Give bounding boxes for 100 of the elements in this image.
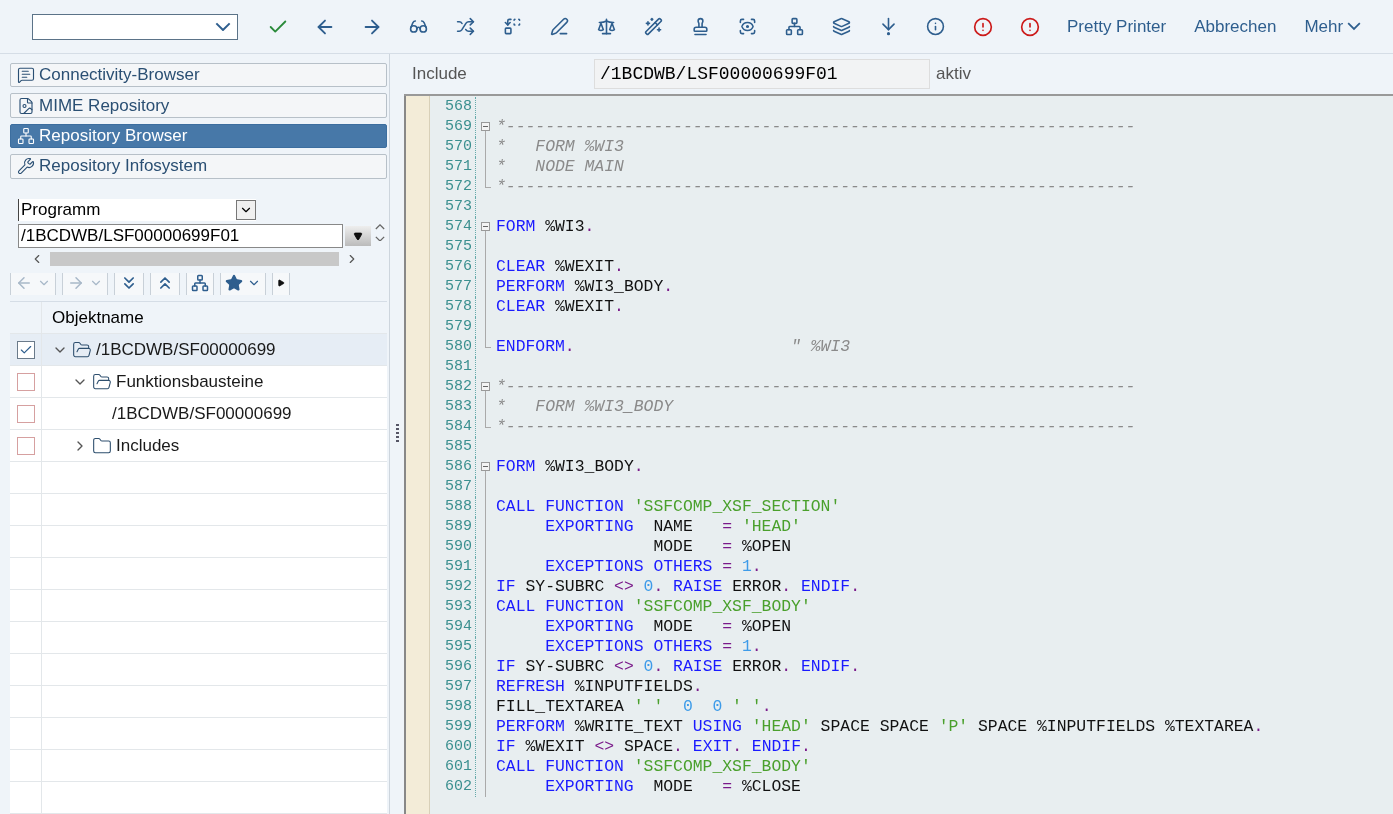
- toolbar-text-button[interactable]: Abbrechen: [1182, 10, 1289, 43]
- code-line: *----------------------------------------------------------------: [496, 117, 1137, 137]
- line-number: 601: [430, 757, 476, 777]
- navigator-button[interactable]: MIME Repository: [10, 93, 387, 118]
- column-header[interactable]: Objektname: [41, 302, 387, 334]
- magic-wand-icon: [644, 17, 663, 36]
- code-line: PERFORM %WRITE_TEXT USING 'HEAD' SPACE SPACE 'P' SPACE %INPUTFIELDS %TEXTAREA.: [496, 717, 1265, 737]
- line-number: 600: [430, 737, 476, 757]
- code-line: CALL FUNCTION 'SSFCOMP_XSF_BODY': [496, 597, 812, 617]
- star-icon: [225, 273, 243, 292]
- splitter-handle[interactable]: [395, 424, 399, 444]
- line-number: 578: [430, 297, 476, 317]
- tree-row[interactable]: /1BCDWB/SF00000699: [10, 398, 387, 431]
- fold-toggle-icon[interactable]: [481, 122, 490, 131]
- open-folder-icon: [72, 339, 92, 360]
- tree-item-label: Includes: [116, 435, 180, 456]
- object-label: Include: [412, 64, 468, 84]
- toolbar-text-button[interactable]: Pretty Printer: [1055, 10, 1179, 43]
- alert-icon: [972, 16, 993, 37]
- code-line: ENDFORM. " %WI3: [496, 337, 852, 357]
- line-number: 602: [430, 777, 476, 797]
- line-number: 590: [430, 537, 476, 557]
- code-line: EXPORTING MODE = %CLOSE: [544, 777, 802, 797]
- code-line: PERFORM %WI3_BODY.: [496, 277, 675, 297]
- folder-icon: [92, 435, 112, 456]
- collapse-all-button[interactable]: [150, 272, 180, 296]
- line-number: 595: [430, 637, 476, 657]
- code-line: IF SY-SUBRC <> 0. RAISE ERROR. ENDIF.: [496, 657, 862, 677]
- line-number: 589: [430, 517, 476, 537]
- image-file-icon: [17, 96, 35, 115]
- navigator-button[interactable]: Repository Browser: [10, 123, 387, 149]
- stamp-icon: [691, 17, 710, 36]
- fold-toggle-icon[interactable]: [481, 462, 490, 471]
- object-type-select[interactable]: Programm: [18, 198, 256, 221]
- status-text: aktiv: [935, 64, 971, 84]
- hierarchy-icon: [785, 17, 804, 36]
- line-number: 577: [430, 277, 476, 297]
- more-menu-button[interactable]: Mehr: [1292, 10, 1374, 43]
- fold-toggle-icon[interactable]: [481, 382, 490, 391]
- line-number: 581: [430, 357, 476, 377]
- code-line: *----------------------------------------------------------------: [496, 377, 1137, 397]
- tree-item-label: /1BCDWB/SF00000699: [96, 339, 276, 360]
- code-line: EXPORTING NAME = 'HEAD': [544, 517, 802, 537]
- open-folder-icon: [92, 371, 112, 392]
- code-line: * NODE MAIN: [496, 157, 625, 177]
- line-number: 597: [430, 677, 476, 697]
- more-button[interactable]: [272, 272, 290, 296]
- code-line: EXCEPTIONS OTHERS = 1.: [544, 557, 763, 577]
- line-number: 593: [430, 597, 476, 617]
- code-line: FILL_TEXTAREA ' ' 0 0 ' '.: [496, 697, 773, 717]
- code-line: CLEAR %WEXIT.: [496, 297, 625, 317]
- wrench-icon: [17, 157, 35, 176]
- object-name-field: /1BCDWB/LSF00000699F01: [594, 59, 930, 89]
- line-number: 594: [430, 617, 476, 637]
- line-number: 571: [430, 157, 476, 177]
- expand-all-button[interactable]: [114, 272, 144, 296]
- line-number: 582: [430, 377, 476, 397]
- code-line: *----------------------------------------------------------------: [496, 177, 1137, 197]
- line-number: 592: [430, 577, 476, 597]
- navigator-button[interactable]: Repository Infosystem: [10, 154, 387, 179]
- code-line: FORM %WI3_BODY.: [496, 457, 645, 477]
- chevron-down-icon: [1347, 22, 1362, 31]
- tree-row[interactable]: Includes: [10, 430, 387, 463]
- code-line: REFRESH %INPUTFIELDS.: [496, 677, 704, 697]
- line-number: 579: [430, 317, 476, 337]
- line-number: 569: [430, 117, 476, 137]
- line-number: 584: [430, 417, 476, 437]
- line-number: 568: [430, 97, 476, 117]
- tree-row[interactable]: Funktionsbausteine: [10, 366, 387, 399]
- code-line: CLEAR %WEXIT.: [496, 257, 625, 277]
- line-number: 575: [430, 237, 476, 257]
- line-number: 599: [430, 717, 476, 737]
- triangle-down-icon: [353, 230, 363, 241]
- line-number: 586: [430, 457, 476, 477]
- fold-toggle-icon[interactable]: [481, 222, 490, 231]
- line-number: 596: [430, 657, 476, 677]
- chevron-down-icon: [375, 235, 385, 242]
- dropdown-button[interactable]: [345, 225, 371, 246]
- line-number: 587: [430, 477, 476, 497]
- line-number: 572: [430, 177, 476, 197]
- navigator-button[interactable]: Connectivity-Browser: [10, 63, 387, 88]
- scan-eye-icon: [738, 17, 757, 36]
- line-number: 598: [430, 697, 476, 717]
- line-number: 570: [430, 137, 476, 157]
- command-field[interactable]: [32, 13, 238, 40]
- alert-icon: [1019, 16, 1040, 37]
- replace-icon: [503, 17, 522, 36]
- hierarchy-button[interactable]: [186, 272, 214, 296]
- line-number: 588: [430, 497, 476, 517]
- glasses-icon: [409, 17, 428, 36]
- code-line: MODE = %OPEN: [652, 537, 793, 557]
- favorites-button[interactable]: [220, 272, 266, 296]
- object-name-field[interactable]: /1BCDWB/LSF00000699F01: [18, 223, 343, 248]
- line-number: 574: [430, 217, 476, 237]
- checkbox[interactable]: [16, 404, 35, 423]
- tree-row[interactable]: /1BCDWB/SF00000699: [10, 334, 387, 367]
- checkbox[interactable]: [16, 340, 35, 359]
- code-line: IF %WEXIT <> SPACE. EXIT. ENDIF.: [496, 737, 812, 757]
- checkbox[interactable]: [16, 372, 35, 391]
- checkbox[interactable]: [16, 436, 35, 455]
